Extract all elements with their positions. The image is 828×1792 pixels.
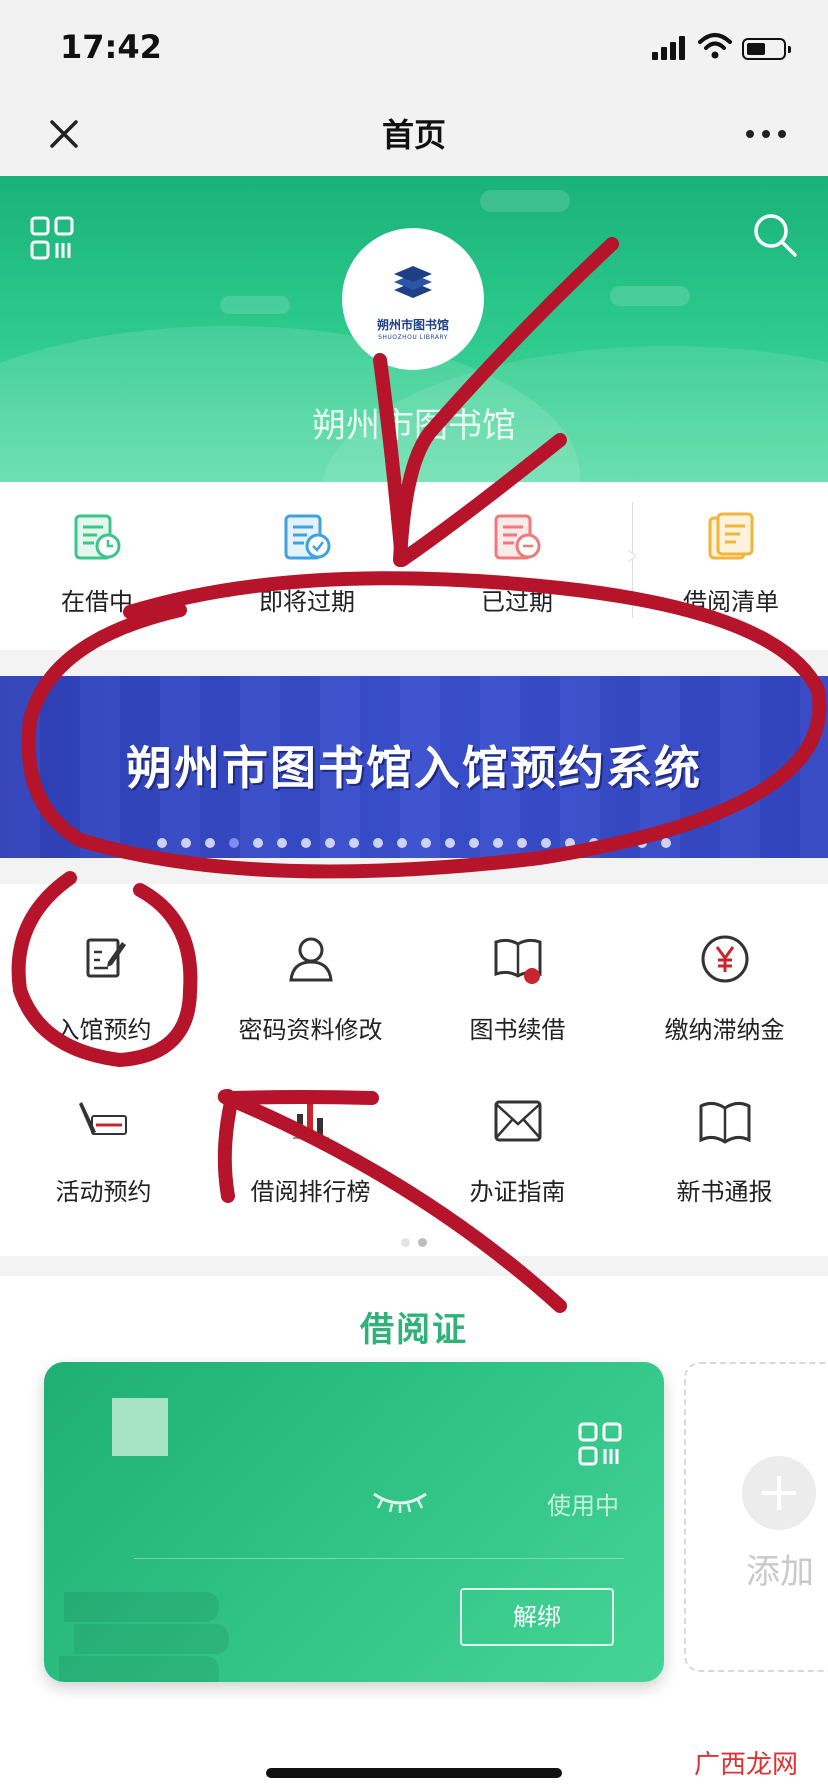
book-renew-icon [494, 938, 541, 984]
pagination-dot[interactable] [349, 838, 359, 848]
stat-label: 即将过期 [259, 588, 355, 616]
feature-card-guide[interactable]: 办证指南 [414, 1092, 621, 1207]
pagination-dot[interactable] [421, 838, 431, 848]
feature-book-renewal[interactable]: 图书续借 [414, 930, 621, 1045]
add-label: 添加 [746, 1552, 814, 1592]
pagination-dot[interactable] [565, 838, 575, 848]
eye-closed-icon[interactable] [370, 1488, 430, 1514]
feature-label: 办证指南 [469, 1178, 566, 1206]
pagination-dot[interactable] [469, 838, 479, 848]
promo-banner[interactable]: 朔州市图书馆入馆预约系统 [0, 676, 828, 858]
page-title: 首页 [381, 116, 446, 154]
stat-label: 借阅清单 [683, 588, 779, 616]
add-card-button[interactable]: 添加 [684, 1362, 828, 1672]
pagination-dot[interactable] [517, 838, 527, 848]
feature-edit-profile[interactable]: 密码资料修改 [207, 930, 414, 1045]
borrow-list-icon [708, 512, 754, 560]
pagination-dot[interactable] [205, 838, 215, 848]
banner-pagination [0, 838, 828, 848]
ranking-chart-icon [292, 1104, 329, 1139]
nav-bar: 首页 [0, 96, 828, 177]
qr-code-icon[interactable] [30, 216, 74, 260]
unbind-button[interactable]: 解绑 [460, 1588, 614, 1646]
borrow-status-row: 在借中 即将过期 已过期 借阅清单 [0, 482, 828, 650]
stat-label: 在借中 [61, 588, 133, 616]
yen-coin-icon [701, 935, 748, 983]
watermark: 广西龙网 [694, 1750, 799, 1780]
books-stack-icon [59, 1592, 229, 1682]
pagination-dot[interactable] [637, 838, 647, 848]
pagination-dot[interactable] [325, 838, 335, 848]
qr-code-icon[interactable] [578, 1422, 622, 1466]
pagination-dot[interactable] [445, 838, 455, 848]
stat-due-soon[interactable]: 即将过期 [222, 512, 392, 617]
envelope-icon [494, 1100, 541, 1142]
library-name: 朔州市图书馆 [312, 406, 516, 446]
cellular-signal-icon [652, 36, 686, 60]
feature-new-books[interactable]: 新书通报 [621, 1092, 828, 1207]
edit-form-icon [86, 938, 126, 978]
feature-entry-reservation[interactable]: 入馆预约 [0, 930, 207, 1045]
feature-event-reservation[interactable]: 活动预约 [0, 1092, 207, 1207]
card-status: 使用中 [547, 1492, 619, 1520]
pagination-dot[interactable] [373, 838, 383, 848]
avatar [112, 1398, 168, 1456]
library-card[interactable]: 使用中 解绑 [44, 1362, 664, 1682]
feature-label: 密码资料修改 [238, 1016, 383, 1044]
open-book-icon [699, 1101, 750, 1144]
pagination-dot[interactable] [541, 838, 551, 848]
feature-label: 缴纳滞纳金 [664, 1016, 785, 1044]
divider-arrow-icon [628, 550, 636, 562]
stat-overdue[interactable]: 已过期 [432, 512, 602, 617]
pagination-dot[interactable] [661, 838, 671, 848]
pagination-dot[interactable] [589, 838, 599, 848]
grid-pagination [0, 1238, 828, 1247]
pagination-dot[interactable] [301, 838, 311, 848]
more-icon[interactable] [742, 114, 790, 154]
status-bar: 17:42 [0, 0, 828, 96]
plus-icon [742, 1456, 816, 1530]
pagination-dot[interactable] [157, 838, 167, 848]
battery-icon [742, 38, 791, 60]
feature-label: 图书续借 [469, 1016, 566, 1044]
stat-borrowing[interactable]: 在借中 [12, 512, 182, 617]
banner-title: 朔州市图书馆入馆预约系统 [126, 741, 702, 795]
pagination-dot[interactable] [229, 838, 239, 848]
home-indicator [266, 1768, 562, 1778]
library-header: 朔州市图书馆 SHUOZHOU LIBRARY 朔州市图书馆 [0, 176, 828, 482]
search-icon[interactable] [752, 212, 798, 258]
feature-borrow-ranking[interactable]: 借阅排行榜 [207, 1092, 414, 1207]
feature-pay-late-fee[interactable]: 缴纳滞纳金 [621, 930, 828, 1045]
feature-grid: 入馆预约 密码资料修改 图书续借 缴纳滞纳金 活动预约 借阅排行榜 办证指南 新… [0, 884, 828, 1256]
pagination-dot[interactable] [253, 838, 263, 848]
pagination-dot[interactable] [181, 838, 191, 848]
wifi-icon [698, 33, 732, 59]
status-time: 17:42 [60, 28, 162, 66]
library-logo: 朔州市图书馆 SHUOZHOU LIBRARY [342, 228, 484, 370]
stat-label: 已过期 [481, 588, 553, 616]
pagination-dot[interactable] [613, 838, 623, 848]
pagination-dot[interactable] [277, 838, 287, 848]
library-card-section: 借阅证 使用中 解绑 添加 [0, 1276, 828, 1792]
pagination-dot[interactable] [493, 838, 503, 848]
due-soon-doc-icon [284, 514, 331, 560]
pagination-dot[interactable] [397, 838, 407, 848]
stat-borrow-list[interactable]: 借阅清单 [646, 512, 816, 617]
books-logo-icon [394, 266, 432, 298]
user-profile-icon [288, 937, 333, 982]
borrowing-doc-icon [74, 514, 121, 560]
feature-label: 新书通报 [676, 1178, 773, 1206]
feature-label: 活动预约 [55, 1178, 152, 1206]
feature-label: 入馆预约 [55, 1016, 152, 1044]
sign-up-icon [78, 1102, 127, 1135]
overdue-doc-icon [494, 514, 541, 560]
section-title: 借阅证 [360, 1310, 468, 1350]
feature-label: 借阅排行榜 [250, 1178, 371, 1206]
